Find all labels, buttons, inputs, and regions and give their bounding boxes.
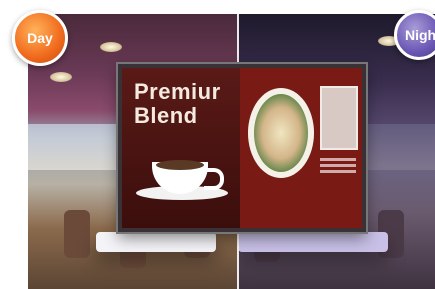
ad-title-line2: Blend: [134, 103, 198, 128]
coffee-ad-panel: Premiur Blend: [122, 68, 240, 228]
ad-title: Premiur Blend: [134, 80, 221, 128]
coffee-cup-icon: [136, 156, 228, 200]
caption-text-lines: [320, 158, 356, 178]
cup-handle-icon: [204, 168, 224, 190]
day-badge-label: Day: [27, 30, 53, 46]
day-badge: Day: [12, 10, 68, 66]
table: [96, 232, 216, 252]
digital-signage-screen: Premiur Blend: [118, 64, 366, 232]
food-ad-panel: [240, 68, 362, 228]
night-badge-label: Nigh: [405, 27, 435, 43]
table: [238, 232, 388, 252]
ceiling-light: [100, 42, 122, 52]
cafe-photo: Premiur Blend: [28, 14, 435, 289]
food-plate-icon: [248, 88, 314, 178]
day-night-comparison-image: Premiur Blend Day Nigh: [0, 0, 435, 289]
ceiling-light: [50, 72, 72, 82]
inset-photo: [320, 86, 358, 150]
chair: [64, 210, 90, 258]
ad-title-line1: Premiur: [134, 79, 221, 104]
coffee-surface-icon: [156, 160, 204, 170]
